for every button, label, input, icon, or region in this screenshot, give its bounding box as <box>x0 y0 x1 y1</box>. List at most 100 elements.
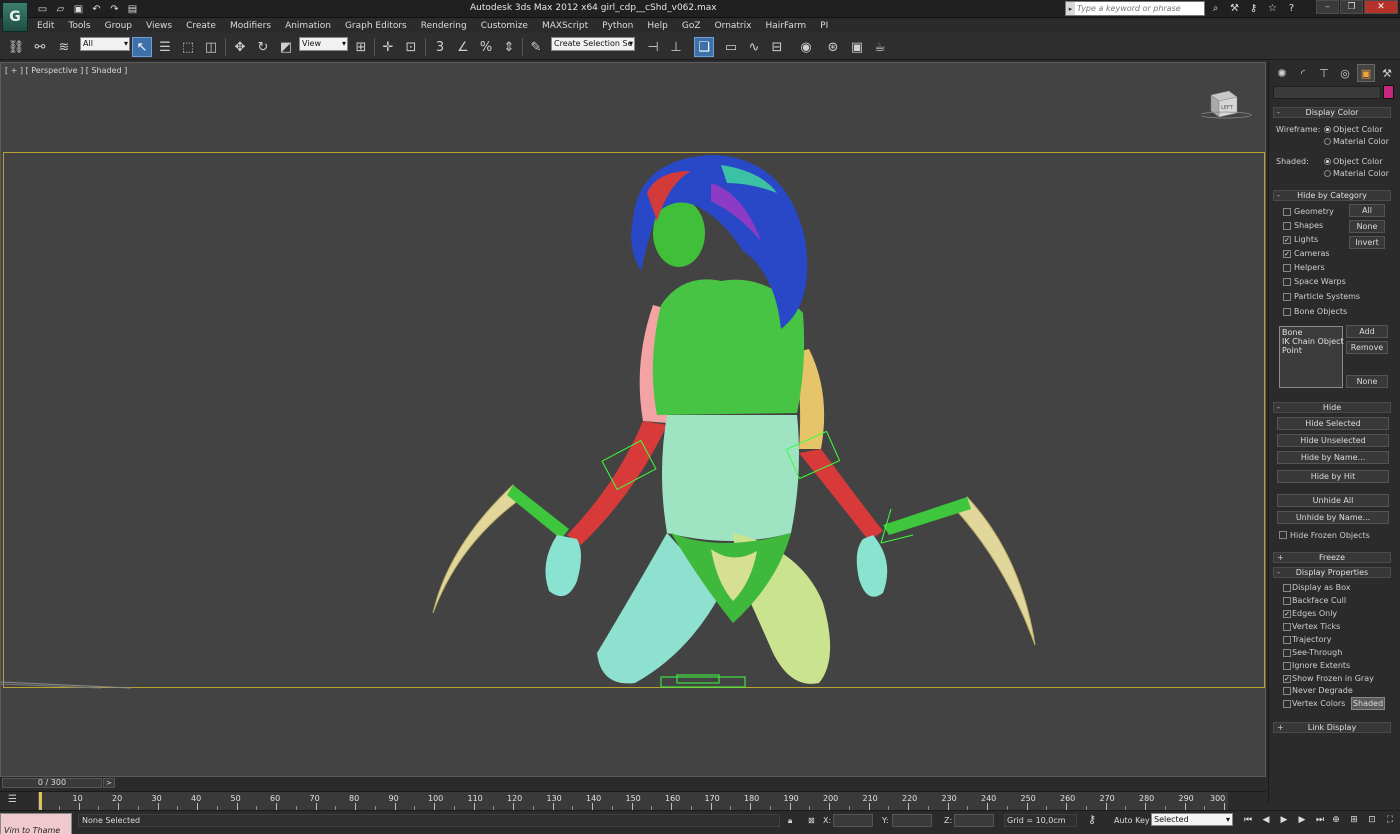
wireframe-material-color-radio[interactable] <box>1324 138 1331 145</box>
schematic-view-icon[interactable]: ⊟ <box>767 37 787 57</box>
perspective-viewport[interactable]: [ + ] [ Perspective ] [ Shaded ] LEFT <box>0 62 1266 777</box>
select-object-icon[interactable]: ↖ <box>132 37 152 57</box>
unhide-all-button[interactable]: Unhide All <box>1277 494 1389 507</box>
wireframe-object-color-radio[interactable] <box>1324 126 1331 133</box>
menu-graph-editors[interactable]: Graph Editors <box>338 21 414 31</box>
mini-curve-editor-icon[interactable]: ☰ <box>8 794 22 806</box>
menu-group[interactable]: Group <box>98 21 139 31</box>
list-add-button[interactable]: Add <box>1346 325 1388 338</box>
zoom-extents-icon[interactable]: ⊡ <box>1364 813 1380 826</box>
zoom-icon[interactable]: ⊕ <box>1328 813 1344 826</box>
menu-animation[interactable]: Animation <box>278 21 338 31</box>
help-icon[interactable]: ? <box>1284 1 1299 16</box>
category-all-button[interactable]: All <box>1349 204 1385 217</box>
minimize-button[interactable]: – <box>1316 0 1339 14</box>
menu-goz[interactable]: GoZ <box>675 21 708 31</box>
bone-objects-checkbox[interactable] <box>1283 308 1291 316</box>
render-setup-icon[interactable]: ⊛ <box>823 37 843 57</box>
project-folder-icon[interactable]: ▤ <box>124 2 141 16</box>
graphite-ribbon-icon[interactable]: ▭ <box>721 37 741 57</box>
cameras-checkbox[interactable]: ✓ <box>1283 250 1291 258</box>
modify-tab-icon[interactable]: ◜ <box>1294 64 1312 82</box>
next-frame-icon[interactable]: ▶ <box>1294 813 1310 826</box>
viewcube[interactable]: LEFT <box>1201 89 1253 119</box>
undo-icon[interactable]: ↶ <box>88 2 105 16</box>
select-move-icon[interactable]: ✥ <box>230 37 250 57</box>
new-file-icon[interactable]: ▭ <box>34 2 51 16</box>
hierarchy-tab-icon[interactable]: ⊤ <box>1315 64 1333 82</box>
shaded-object-color-radio[interactable] <box>1324 158 1331 165</box>
maximize-viewport-icon[interactable]: ⛶ <box>1382 813 1398 826</box>
close-button[interactable]: ✕ <box>1364 0 1398 14</box>
backface-cull-checkbox[interactable] <box>1283 597 1291 605</box>
mirror-icon[interactable]: ⊣ <box>643 37 663 57</box>
helpers-checkbox[interactable] <box>1283 264 1291 272</box>
shapes-checkbox[interactable] <box>1283 222 1291 230</box>
category-invert-button[interactable]: Invert <box>1349 236 1385 249</box>
freeze-rollout[interactable]: + Freeze <box>1273 552 1391 563</box>
go-to-end-icon[interactable]: ⏭ <box>1312 813 1328 826</box>
menu-create[interactable]: Create <box>179 21 223 31</box>
rendered-frame-window-icon[interactable]: ▣ <box>847 37 867 57</box>
angle-snap-icon[interactable]: ∠ <box>453 37 473 57</box>
menu-rendering[interactable]: Rendering <box>414 21 474 31</box>
auto-key-button[interactable]: Auto Key <box>1114 816 1150 825</box>
particle-systems-checkbox[interactable] <box>1283 293 1291 301</box>
y-coord-field[interactable] <box>892 814 932 827</box>
list-item[interactable]: IK Chain Object <box>1282 337 1344 346</box>
menu-ornatrix[interactable]: Ornatrix <box>708 21 759 31</box>
object-name-field[interactable] <box>1273 86 1381 99</box>
see-through-checkbox[interactable] <box>1283 649 1291 657</box>
absolute-mode-icon[interactable]: ⊠ <box>808 816 815 825</box>
pivot-center-icon[interactable]: ⊞ <box>351 37 371 57</box>
object-color-swatch[interactable] <box>1383 85 1394 99</box>
z-coord-field[interactable] <box>954 814 994 827</box>
go-to-start-icon[interactable]: ⏮ <box>1240 813 1256 826</box>
reference-coordinate-dropdown[interactable]: View <box>299 37 348 51</box>
spinner-snap-icon[interactable]: ⇕ <box>499 37 519 57</box>
display-as-box-checkbox[interactable] <box>1283 584 1291 592</box>
render-production-icon[interactable]: ☕ <box>870 37 890 57</box>
open-file-icon[interactable]: ▱ <box>52 2 69 16</box>
select-scale-icon[interactable]: ◩ <box>276 37 296 57</box>
hide-by-hit-button[interactable]: Hide by Hit <box>1277 470 1389 483</box>
search-expand-icon[interactable]: ▸ <box>1066 2 1075 15</box>
selection-set-dropdown[interactable]: Selected <box>1151 813 1233 826</box>
menu-modifiers[interactable]: Modifiers <box>223 21 278 31</box>
save-file-icon[interactable]: ▣ <box>70 2 87 16</box>
x-coord-field[interactable] <box>833 814 873 827</box>
unhide-by-name-button[interactable]: Unhide by Name... <box>1277 511 1389 524</box>
ignore-extents-checkbox[interactable] <box>1283 662 1291 670</box>
maxscript-listener[interactable]: Vim to Thame <box>0 813 72 834</box>
redo-icon[interactable]: ↷ <box>106 2 123 16</box>
menu-pi[interactable]: PI <box>813 21 835 31</box>
lights-checkbox[interactable]: ✓ <box>1283 236 1291 244</box>
show-frozen-in-gray-checkbox[interactable]: ✓ <box>1283 675 1291 683</box>
edges-only-checkbox[interactable]: ✓ <box>1283 610 1291 618</box>
create-tab-icon[interactable]: ✺ <box>1273 64 1291 82</box>
previous-frame-icon[interactable]: ◀ <box>1258 813 1274 826</box>
list-remove-button[interactable]: Remove <box>1346 341 1388 354</box>
lock-selection-icon[interactable]: 🔒︎ <box>788 816 792 826</box>
rectangular-selection-icon[interactable]: ⬚ <box>178 37 198 57</box>
selection-filter-dropdown[interactable]: All <box>80 37 130 51</box>
display-tab-icon[interactable]: ▣ <box>1357 64 1375 82</box>
geometry-checkbox[interactable] <box>1283 208 1291 216</box>
select-by-name-icon[interactable]: ☰ <box>155 37 175 57</box>
viewport-label[interactable]: [ + ] [ Perspective ] [ Shaded ] <box>5 66 127 75</box>
list-item[interactable]: Bone <box>1282 328 1340 337</box>
utilities-tab-icon[interactable]: ⚒ <box>1378 64 1396 82</box>
unlink-icon[interactable]: ⚯ <box>30 37 50 57</box>
hide-by-name-button[interactable]: Hide by Name... <box>1277 451 1389 464</box>
menu-hairfarm[interactable]: HairFarm <box>758 21 813 31</box>
link-icon[interactable]: ⛓ <box>6 37 26 57</box>
play-icon[interactable]: ▶ <box>1276 813 1292 826</box>
menu-python[interactable]: Python <box>595 21 640 31</box>
menu-tools[interactable]: Tools <box>61 21 97 31</box>
layer-manager-icon[interactable]: ❏ <box>694 37 714 57</box>
shaded-material-color-radio[interactable] <box>1324 170 1331 177</box>
select-rotate-icon[interactable]: ↻ <box>253 37 273 57</box>
select-manipulate-icon[interactable]: ✛ <box>378 37 398 57</box>
curve-editor-icon[interactable]: ∿ <box>744 37 764 57</box>
next-frame-button[interactable]: > <box>103 778 115 788</box>
